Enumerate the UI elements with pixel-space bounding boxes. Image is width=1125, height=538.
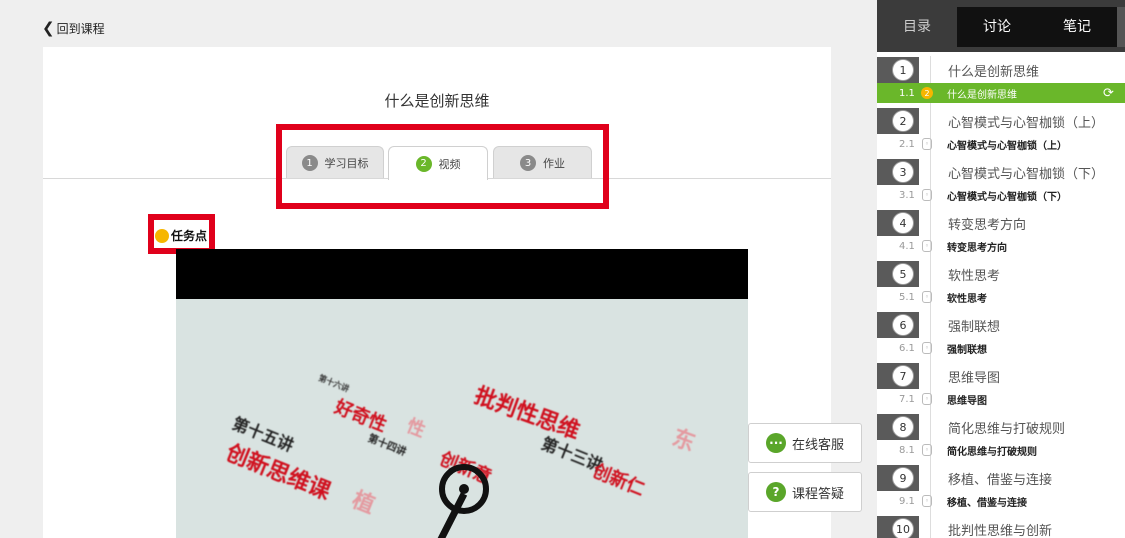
chapter-title: 什么是创新思维: [948, 64, 1040, 80]
section-number: 8.1: [899, 444, 915, 456]
course-sidebar: 目录 讨论 笔记 1 什么是创新思维 1.1 2 什么是创新思维 ⟳ 2 心智模…: [877, 0, 1125, 538]
section-title: 心智模式与心智枷锁（上）: [947, 140, 1067, 152]
section-item-active[interactable]: 1.1 2 什么是创新思维 ⟳: [877, 83, 1125, 103]
lock-icon: ◦: [922, 495, 932, 507]
lock-icon: ◦: [922, 444, 932, 456]
tab-notes[interactable]: 笔记: [1037, 7, 1117, 47]
sidebar-tabs: 目录 讨论 笔记: [877, 7, 1125, 47]
chapter-number: 10: [893, 519, 913, 538]
section-number: 5.1: [899, 291, 915, 303]
chapter-title: 转变思考方向: [948, 217, 1027, 233]
section-title: 软性思考: [947, 293, 987, 305]
chapter-title: 简化思维与打破规则: [948, 421, 1066, 437]
chapter-item[interactable]: 8 简化思维与打破规则: [877, 414, 1125, 440]
chapter-title: 强制联想: [948, 319, 1001, 335]
chapter-number: 3: [893, 162, 913, 182]
lock-icon: ◦: [922, 138, 932, 150]
section-number: 3.1: [899, 189, 915, 201]
section-number: 6.1: [899, 342, 915, 354]
lock-icon: ◦: [922, 393, 932, 405]
online-service-label: 在线客服: [791, 437, 844, 453]
chapter-number: 5: [893, 264, 913, 284]
section-item[interactable]: 8.1 ◦ 简化思维与打破规则: [877, 440, 1125, 460]
question-icon: ?: [765, 482, 786, 502]
section-title: 什么是创新思维: [947, 89, 1017, 101]
section-title: 移植、借鉴与连接: [947, 497, 1027, 509]
chapter-number: 9: [893, 468, 913, 488]
back-to-course-link[interactable]: ❮ 回到课程: [42, 20, 105, 37]
magnifier-graphic-icon: [437, 464, 489, 538]
chat-icon: ···: [765, 433, 786, 453]
section-title: 转变思考方向: [947, 242, 1007, 254]
chapter-title: 心智模式与心智枷锁（上）: [948, 115, 1105, 131]
lock-icon: ◦: [922, 240, 932, 252]
section-badge: 2: [921, 87, 933, 99]
chapter-item[interactable]: 7 思维导图: [877, 363, 1125, 389]
chapter-number: 7: [893, 366, 913, 386]
tab-catalog[interactable]: 目录: [877, 7, 957, 47]
chapter-title: 心智模式与心智枷锁（下）: [948, 166, 1105, 182]
lock-icon: ◦: [922, 189, 932, 201]
online-service-button[interactable]: ··· 在线客服: [748, 423, 862, 463]
chapter-number: 8: [893, 417, 913, 437]
chevron-left-icon: ❮: [42, 19, 55, 37]
back-to-course-label: 回到课程: [56, 22, 105, 36]
chapter-list: 1 什么是创新思维 1.1 2 什么是创新思维 ⟳ 2 心智模式与心智枷锁（上）…: [877, 52, 1125, 538]
tab-number-badge: 2: [415, 155, 432, 172]
section-item[interactable]: 4.1 ◦ 转变思考方向: [877, 236, 1125, 256]
section-number: 7.1: [899, 393, 915, 405]
chapter-number: 1: [893, 60, 913, 80]
page-title: 什么是创新思维: [384, 92, 490, 110]
tab-video[interactable]: 2 视频: [388, 146, 488, 180]
chapter-item[interactable]: 6 强制联想: [877, 312, 1125, 338]
section-item[interactable]: 7.1 ◦ 思维导图: [877, 389, 1125, 409]
chapter-item[interactable]: 4 转变思考方向: [877, 210, 1125, 236]
chapter-title: 批判性思维与创新: [948, 523, 1053, 538]
section-title: 心智模式与心智枷锁（下）: [947, 191, 1067, 203]
chapter-item[interactable]: 1 什么是创新思维: [877, 57, 1125, 83]
chapter-number: 4: [893, 213, 913, 233]
lock-icon: ◦: [922, 342, 932, 354]
video-player[interactable]: 第十五讲 创新思维课 植 第十四讲 创新意 第十三讲 创新仁 批判性思维 东 好…: [176, 249, 748, 538]
section-number: 2.1: [899, 138, 915, 150]
chapter-title: 移植、借鉴与连接: [948, 472, 1053, 488]
chapter-title: 软性思考: [948, 268, 1001, 284]
chapter-number: 2: [893, 111, 913, 131]
refresh-icon[interactable]: ⟳: [1103, 86, 1114, 101]
section-title: 强制联想: [947, 344, 987, 356]
section-item[interactable]: 6.1 ◦ 强制联想: [877, 338, 1125, 358]
task-point-highlight-box: [148, 214, 215, 254]
section-title: 简化思维与打破规则: [947, 446, 1037, 458]
tab-label: 视频: [438, 157, 461, 171]
chapter-item[interactable]: 10 批判性思维与创新: [877, 516, 1125, 538]
chapter-item[interactable]: 5 软性思考: [877, 261, 1125, 287]
section-number: 9.1: [899, 495, 915, 507]
chapter-item[interactable]: 3 心智模式与心智枷锁（下）: [877, 159, 1125, 185]
section-number: 1.1: [899, 87, 915, 99]
course-qa-label: 课程答疑: [791, 486, 844, 502]
section-item[interactable]: 2.1 ◦ 心智模式与心智枷锁（上）: [877, 134, 1125, 154]
chapter-title: 思维导图: [948, 370, 1001, 386]
section-item[interactable]: 5.1 ◦ 软性思考: [877, 287, 1125, 307]
lock-icon: ◦: [922, 291, 932, 303]
chapter-item[interactable]: 9 移植、借鉴与连接: [877, 465, 1125, 491]
sidebar-tab-overflow: [1117, 7, 1125, 47]
section-item[interactable]: 3.1 ◦ 心智模式与心智枷锁（下）: [877, 185, 1125, 205]
section-item[interactable]: 9.1 ◦ 移植、借鉴与连接: [877, 491, 1125, 511]
chapter-item[interactable]: 2 心智模式与心智枷锁（上）: [877, 108, 1125, 134]
course-qa-button[interactable]: ? 课程答疑: [748, 472, 862, 512]
section-title: 思维导图: [947, 395, 987, 407]
chapter-number: 6: [893, 315, 913, 335]
tab-discussion[interactable]: 讨论: [957, 7, 1037, 47]
section-number: 4.1: [899, 240, 915, 252]
